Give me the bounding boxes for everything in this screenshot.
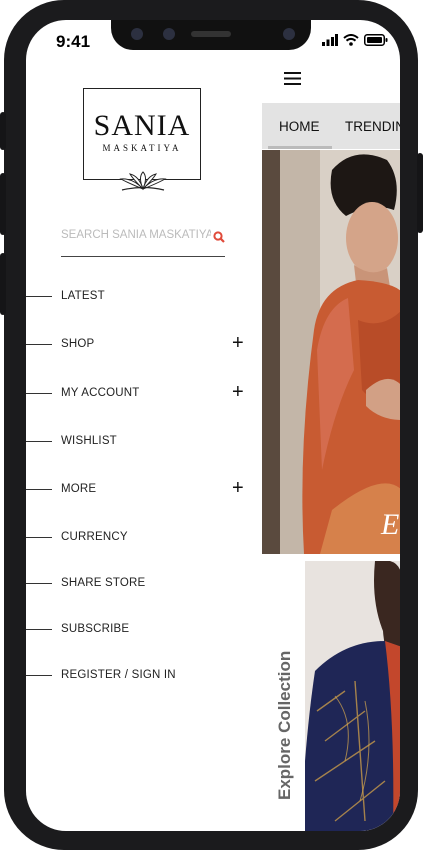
collection-product-image[interactable] [305, 561, 400, 831]
brand-subname: MASKATIYA [102, 143, 182, 153]
front-sensor [163, 28, 175, 40]
speaker [191, 31, 231, 37]
menu-item-subscribe[interactable]: SUBSCRIBE [26, 620, 251, 640]
signal-icon [322, 34, 338, 46]
plus-icon[interactable]: + [232, 332, 244, 355]
status-time: 9:41 [56, 32, 91, 51]
search-input[interactable] [61, 225, 211, 245]
tab-home[interactable]: HOME [279, 119, 320, 134]
side-button-volume-up [0, 173, 6, 235]
proximity-sensor [283, 28, 295, 40]
hamburger-menu-icon[interactable] [284, 72, 302, 86]
menu-item-marker [26, 583, 52, 584]
tab-active-indicator [268, 146, 332, 149]
tab-bar: HOME TRENDIN [262, 103, 400, 149]
plus-icon[interactable]: + [232, 477, 244, 500]
menu-item-latest[interactable]: LATEST [26, 287, 251, 307]
menu-item-label: WISHLIST [61, 435, 117, 447]
menu-item-label: LATEST [61, 290, 105, 302]
side-button-mute [0, 112, 6, 150]
menu-item-wishlist[interactable]: WISHLIST [26, 432, 251, 452]
menu-item-more[interactable]: MORE + [26, 477, 251, 500]
side-button-volume-down [0, 253, 6, 315]
screen: 9:41 SANIA MASKATIYA SEARCH SANIA MASKAT… [26, 20, 400, 831]
wifi-icon [343, 34, 359, 46]
explore-collection-label[interactable]: Explore Collection [275, 651, 295, 800]
menu-item-marker [26, 675, 52, 676]
plus-icon[interactable]: + [232, 381, 244, 404]
hero-banner-image[interactable] [262, 150, 400, 554]
menu-item-label: SHARE STORE [61, 577, 146, 589]
notch [111, 20, 311, 50]
search-bar [61, 225, 225, 257]
menu-item-currency[interactable]: CURRENCY [26, 528, 251, 548]
menu-item-register-sign-in[interactable]: REGISTER / SIGN IN [26, 666, 251, 686]
menu-item-marker [26, 296, 52, 297]
menu-item-marker [26, 629, 52, 630]
menu-item-shop[interactable]: SHOP + [26, 332, 251, 355]
front-camera [131, 28, 143, 40]
menu-item-marker [26, 489, 52, 490]
tab-trending[interactable]: TRENDIN [345, 119, 400, 134]
menu-item-label: MY ACCOUNT [61, 387, 140, 399]
menu-item-label: REGISTER / SIGN IN [61, 669, 176, 681]
menu-item-my-account[interactable]: MY ACCOUNT + [26, 381, 251, 404]
search-icon[interactable] [213, 231, 225, 243]
hero-caption: E [381, 508, 400, 541]
menu-item-marker [26, 537, 52, 538]
brand-logo[interactable]: SANIA MASKATIYA [83, 88, 201, 191]
menu-item-label: SUBSCRIBE [61, 623, 130, 635]
lotus-ornament-icon [119, 171, 167, 191]
menu-item-label: MORE [61, 483, 97, 495]
menu-item-label: CURRENCY [61, 531, 128, 543]
status-icons [322, 34, 388, 46]
menu-item-marker [26, 393, 52, 394]
menu-item-marker [26, 441, 52, 442]
side-button-power [417, 153, 423, 233]
battery-icon [364, 34, 388, 46]
menu-item-marker [26, 344, 52, 345]
menu-item-share-store[interactable]: SHARE STORE [26, 574, 251, 594]
brand-name: SANIA [93, 109, 191, 142]
menu-item-label: SHOP [61, 338, 95, 350]
